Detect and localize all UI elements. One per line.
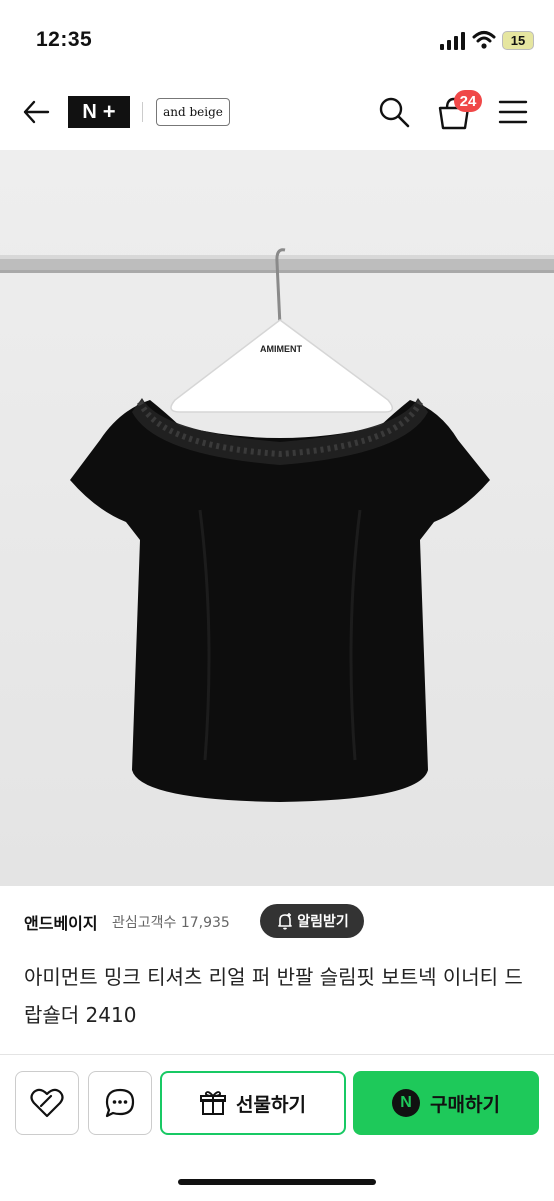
nplus-logo-letter: N: [82, 100, 97, 123]
gift-icon: [200, 1091, 227, 1115]
followers-count: 관심고객수 17,935: [112, 915, 230, 931]
product-image-gallery[interactable]: AMIMENT: [0, 150, 554, 886]
naver-pay-icon: N: [392, 1089, 421, 1117]
product-title: 아미먼트 밍크 티셔츠 리얼 퍼 반팔 슬림핏 보트넥 이너티 드랍숄더 241…: [24, 965, 523, 1027]
back-arrow-icon[interactable]: [22, 98, 50, 126]
product-photo: AMIMENT: [0, 150, 554, 886]
wishlist-button[interactable]: [15, 1071, 79, 1135]
gift-button-label: 선물하기: [236, 1093, 306, 1116]
chat-inquiry-button[interactable]: [88, 1071, 152, 1135]
notification-subscribe-button[interactable]: 알림받기: [260, 904, 364, 938]
wifi-icon: [472, 31, 496, 49]
store-brand-tag[interactable]: and beige: [156, 98, 230, 126]
gift-button[interactable]: 선물하기: [160, 1071, 346, 1135]
status-time: 12:35: [36, 28, 93, 51]
home-indicator: [178, 1179, 376, 1185]
bell-plus-icon: [278, 913, 293, 930]
notification-subscribe-label: 알림받기: [297, 914, 349, 930]
hamburger-menu-icon[interactable]: [498, 98, 528, 126]
signal-icon: [440, 32, 465, 50]
buy-button[interactable]: N 구매하기: [353, 1071, 539, 1135]
search-icon[interactable]: [378, 96, 410, 128]
cart-count-badge: 24: [454, 90, 482, 112]
heart-icon: [30, 1088, 64, 1118]
store-name[interactable]: 앤드베이지: [24, 910, 98, 934]
status-bar: 12:35 15: [0, 0, 554, 76]
battery-indicator: 15: [502, 31, 534, 50]
app-header: N + and beige 24: [0, 76, 554, 150]
buy-button-label: 구매하기: [430, 1093, 500, 1116]
hanger-brand-text: AMIMENT: [260, 344, 302, 354]
header-divider: [142, 102, 143, 122]
bottom-action-bar: 선물하기 N 구매하기: [0, 1054, 554, 1201]
chat-bubble-icon: [105, 1088, 135, 1118]
nplus-logo[interactable]: N +: [68, 96, 130, 128]
nplus-logo-plus: +: [102, 99, 116, 124]
